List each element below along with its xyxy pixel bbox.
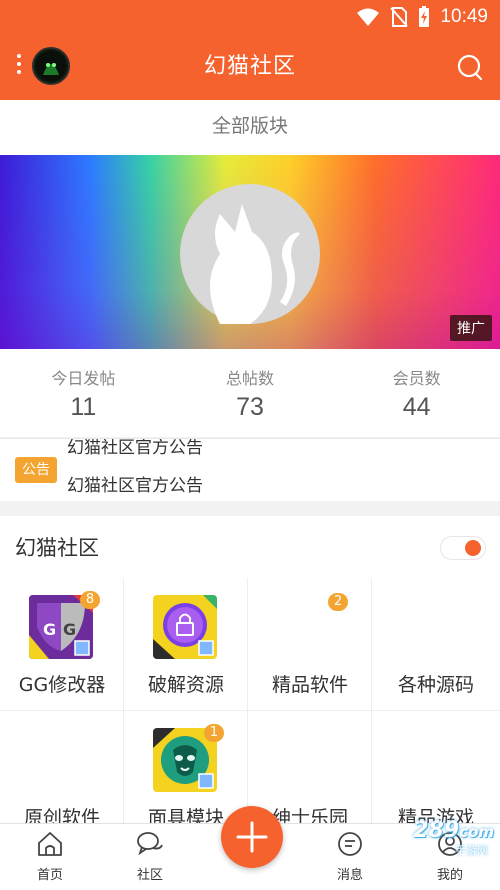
cat-logo-icon — [180, 184, 320, 324]
stat-total-posts: 总帖数 73 — [167, 349, 334, 437]
nav-label: 首页 — [36, 868, 63, 883]
profile-icon — [438, 832, 462, 856]
board-source-code[interactable]: 各种源码 — [372, 578, 500, 711]
new-post-button[interactable] — [221, 806, 283, 868]
plus-icon — [236, 821, 268, 853]
promo-tag: 推广 — [450, 315, 492, 341]
community-header: 幻猫社区 — [0, 516, 500, 579]
search-icon[interactable] — [456, 53, 484, 81]
svg-text:G: G — [63, 620, 76, 639]
app-bar: 幻猫社区 — [0, 34, 500, 100]
toggle-knob — [465, 540, 481, 556]
section-title: 全部版块 — [0, 100, 500, 155]
announcement-previous: 幻猫社区官方公告 — [67, 438, 203, 458]
board-crack-resources[interactable]: 破解资源 — [124, 578, 248, 711]
status-bar: 10:49 — [0, 0, 500, 34]
more-menu-icon[interactable] — [12, 54, 26, 80]
avatar[interactable] — [32, 47, 70, 85]
nav-home[interactable]: 首页 — [15, 830, 85, 883]
announcement-bar[interactable]: 公告 幻猫社区官方公告 幻猫社区官方公告 — [0, 438, 500, 501]
stat-value: 11 — [70, 393, 97, 421]
nav-community[interactable]: 社区 — [115, 830, 185, 883]
board-original-software[interactable]: 原创软件 — [0, 711, 124, 823]
board-label: 精品游戏 — [397, 807, 474, 823]
lock-resource-icon — [153, 595, 217, 659]
board-premium-games[interactable]: 精品游戏 — [372, 711, 500, 823]
nav-label: 消息 — [336, 868, 363, 883]
board-badge: 2 — [328, 593, 348, 611]
board-badge: 8 — [80, 591, 100, 609]
board-label: 精品软件 — [271, 674, 348, 696]
nav-messages[interactable]: 消息 — [315, 830, 385, 883]
announcement-text[interactable]: 幻猫社区官方公告 — [67, 471, 203, 496]
message-icon — [338, 832, 362, 856]
promo-banner[interactable]: 推广 — [0, 155, 500, 349]
nav-label: 社区 — [136, 868, 163, 883]
battery-charging-icon — [419, 6, 430, 27]
stat-label: 会员数 — [392, 369, 441, 388]
nav-label: 我的 — [436, 868, 463, 883]
board-label: 原创软件 — [23, 807, 100, 823]
board-premium-software[interactable]: 2 精品软件 — [248, 578, 372, 711]
nav-profile[interactable]: 我的 — [415, 830, 485, 883]
status-icons: 10:49 — [356, 6, 488, 28]
board-label: GG修改器 — [18, 674, 106, 696]
stat-label: 今日发帖 — [51, 369, 116, 388]
board-label: 各种源码 — [397, 674, 474, 696]
announcement-tag: 公告 — [15, 457, 57, 483]
board-gg-modifier[interactable]: G G 8 GG修改器 — [0, 578, 124, 711]
stat-value: 73 — [236, 393, 264, 421]
page-title: 幻猫社区 — [203, 54, 296, 79]
no-sim-icon — [390, 7, 409, 27]
collapse-toggle[interactable] — [440, 536, 486, 560]
status-time: 10:49 — [440, 6, 488, 27]
svg-text:G: G — [43, 620, 56, 639]
bottom-nav: 首页 社区 消息 我的 — [0, 806, 500, 890]
wifi-icon — [357, 8, 380, 26]
forum-stats: 今日发帖 11 总帖数 73 会员数 44 — [0, 349, 500, 437]
community-title: 幻猫社区 — [15, 536, 99, 560]
stat-value: 44 — [402, 393, 431, 421]
board-badge: 1 — [204, 724, 224, 742]
chat-bubbles-icon — [137, 832, 163, 856]
stat-members: 会员数 44 — [333, 349, 500, 437]
stat-today-posts: 今日发帖 11 — [0, 349, 167, 437]
board-grid: G G 8 GG修改器 破解资源 2 精品软件 各种源码 原创软件 1 面具模块… — [0, 578, 500, 823]
home-icon — [38, 832, 62, 856]
stat-label: 总帖数 — [226, 369, 275, 388]
board-label: 破解资源 — [147, 674, 224, 696]
